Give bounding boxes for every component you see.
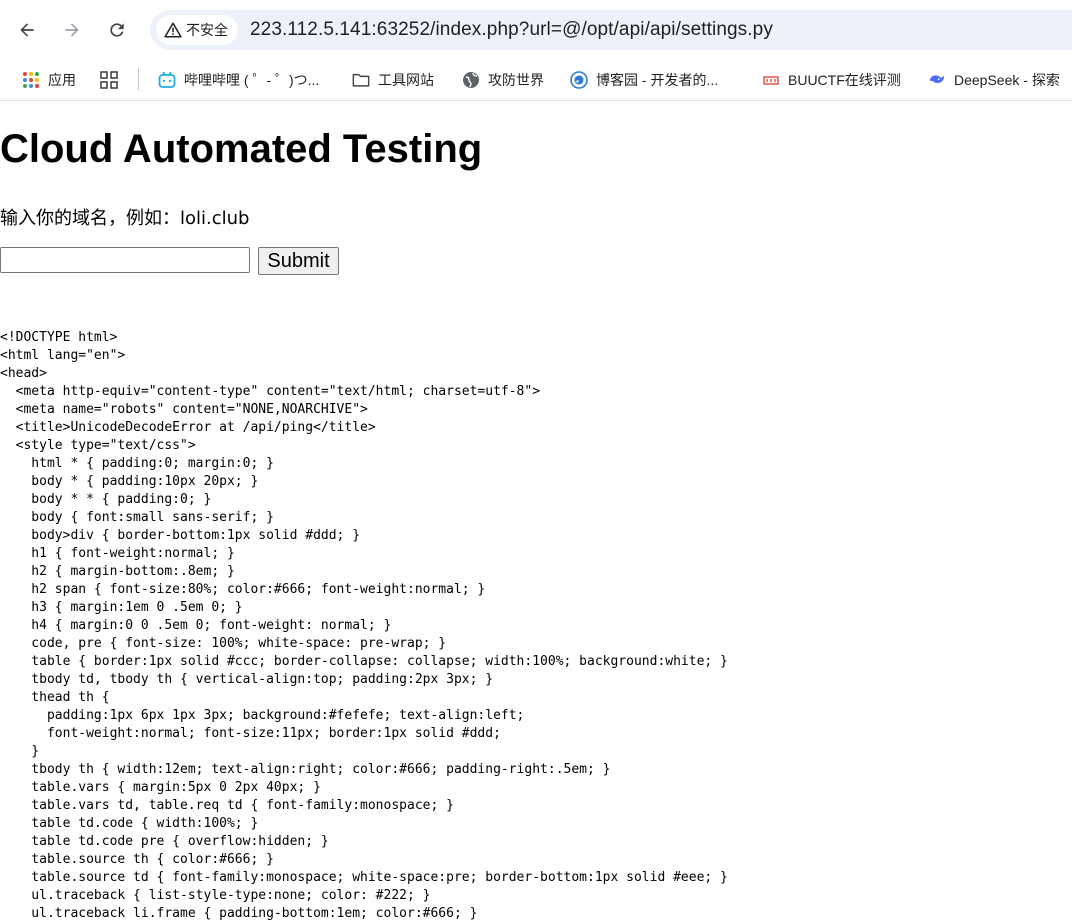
reload-icon <box>110 23 124 37</box>
page-title: Cloud Automated Testing <box>0 127 483 171</box>
source-line: table { border:1px solid #ccc; border-co… <box>0 654 728 669</box>
arrow-right-icon <box>65 23 79 37</box>
reload-button[interactable] <box>102 15 132 45</box>
bookmark-label: DeepSeek - 探索 <box>954 72 1060 88</box>
source-line: ul.traceback { list-style-type:none; col… <box>0 888 431 903</box>
bookmark-label: 攻防世界 <box>488 72 544 88</box>
domain-prompt: 输入你的域名，例如：loli.club <box>0 208 250 229</box>
source-line: body * { padding:10px 20px; } <box>0 474 259 489</box>
source-line: table td.code pre { overflow:hidden; } <box>0 834 329 849</box>
globe-icon <box>462 71 480 89</box>
source-line: <title>UnicodeDecodeError at /api/ping</… <box>0 420 376 435</box>
apps-grid-icon <box>22 71 40 89</box>
source-line: table.vars { margin:5px 0 2px 40px; } <box>0 780 321 795</box>
source-line: h3 { margin:1em 0 .5em 0; } <box>0 600 243 615</box>
source-line: h4 { margin:0 0 .5em 0; font-weight: nor… <box>0 618 392 633</box>
source-line: table.vars td, table.req td { font-famil… <box>0 798 454 813</box>
bookmark-buuctf[interactable]: BUUCTF在线评测 <box>762 66 901 94</box>
bookmark-tools-folder[interactable]: 工具网站 <box>352 66 434 94</box>
security-indicator[interactable]: 不安全 <box>156 15 238 45</box>
source-line: body * * { padding:0; } <box>0 492 212 507</box>
back-button[interactable] <box>12 15 42 45</box>
page-content: Cloud Automated Testing 输入你的域名，例如：loli.c… <box>0 101 1072 921</box>
forward-button[interactable] <box>57 15 87 45</box>
bookmarks-separator <box>138 68 139 90</box>
source-line: code, pre { font-size: 100%; white-space… <box>0 636 447 651</box>
source-line: table.source td { font-family:monospace;… <box>0 870 728 885</box>
source-line: <meta name="robots" content="NONE,NOARCH… <box>0 402 368 417</box>
bilibili-icon <box>158 71 176 89</box>
bookmark-tab-groups[interactable] <box>100 66 118 94</box>
bookmark-cnblogs[interactable]: 博客园 - 开发者的... <box>570 66 718 94</box>
buuctf-icon <box>762 71 780 89</box>
source-line: tbody td, tbody th { vertical-align:top;… <box>0 672 494 687</box>
source-line: html * { padding:0; margin:0; } <box>0 456 274 471</box>
source-line: body { font:small sans-serif; } <box>0 510 274 525</box>
bookmark-label: 哔哩哔哩 ( ゜- ゜)つ... <box>184 72 320 88</box>
source-line: body>div { border-bottom:1px solid #ddd;… <box>0 528 361 543</box>
cnblogs-icon <box>570 71 588 89</box>
arrow-left-icon <box>20 23 34 37</box>
source-line: padding:1px 6px 1px 3px; background:#fef… <box>0 708 525 723</box>
bookmark-deepseek[interactable]: DeepSeek - 探索 <box>928 66 1060 94</box>
browser-toolbar: 不安全 223.112.5.141:63252/index.php?url=@/… <box>0 0 1072 60</box>
source-line: tbody th { width:12em; text-align:right;… <box>0 762 611 777</box>
source-line: h2 { margin-bottom:.8em; } <box>0 564 235 579</box>
domain-input[interactable] <box>0 247 250 273</box>
deepseek-icon <box>928 71 946 89</box>
submit-button[interactable]: Submit <box>258 247 339 275</box>
bookmark-label: 博客园 - 开发者的... <box>596 72 719 88</box>
response-source-code: <!DOCTYPE html> <html lang="en"> <head> … <box>0 329 728 923</box>
source-line: } <box>0 744 40 759</box>
source-line: font-weight:normal; font-size:11px; bord… <box>0 726 501 741</box>
url-text[interactable]: 223.112.5.141:63252/index.php?url=@/opt/… <box>250 19 773 41</box>
source-line: <meta http-equiv="content-type" content=… <box>0 384 541 399</box>
bookmark-label: BUUCTF在线评测 <box>788 72 901 88</box>
source-line: <style type="text/css"> <box>0 438 196 453</box>
source-line: <html lang="en"> <box>0 348 126 363</box>
folder-icon <box>352 71 370 89</box>
source-line: thead th { <box>0 690 110 705</box>
source-line: h1 { font-weight:normal; } <box>0 546 235 561</box>
bookmark-label: 应用 <box>48 72 76 88</box>
bookmark-label: 工具网站 <box>378 72 434 88</box>
bookmark-adworld[interactable]: 攻防世界 <box>462 66 544 94</box>
source-line: <head> <box>0 366 47 381</box>
source-line: table td.code { width:100%; } <box>0 816 259 831</box>
bookmark-apps[interactable]: 应用 <box>22 66 76 94</box>
source-line: <!DOCTYPE html> <box>0 330 118 345</box>
bookmark-bilibili[interactable]: 哔哩哔哩 ( ゜- ゜)つ... <box>158 66 319 94</box>
source-line: table.source th { color:#666; } <box>0 852 274 867</box>
source-line: h2 span { font-size:80%; color:#666; fon… <box>0 582 486 597</box>
warning-triangle-icon <box>164 22 182 38</box>
security-label: 不安全 <box>186 22 228 38</box>
tab-groups-icon <box>100 71 118 89</box>
bookmarks-bar: 应用 哔哩哔哩 ( ゜- ゜)つ... 工具网站 攻防世界 博客园 - 开发者的… <box>0 60 1072 101</box>
address-bar[interactable]: 不安全 223.112.5.141:63252/index.php?url=@/… <box>150 10 1072 50</box>
